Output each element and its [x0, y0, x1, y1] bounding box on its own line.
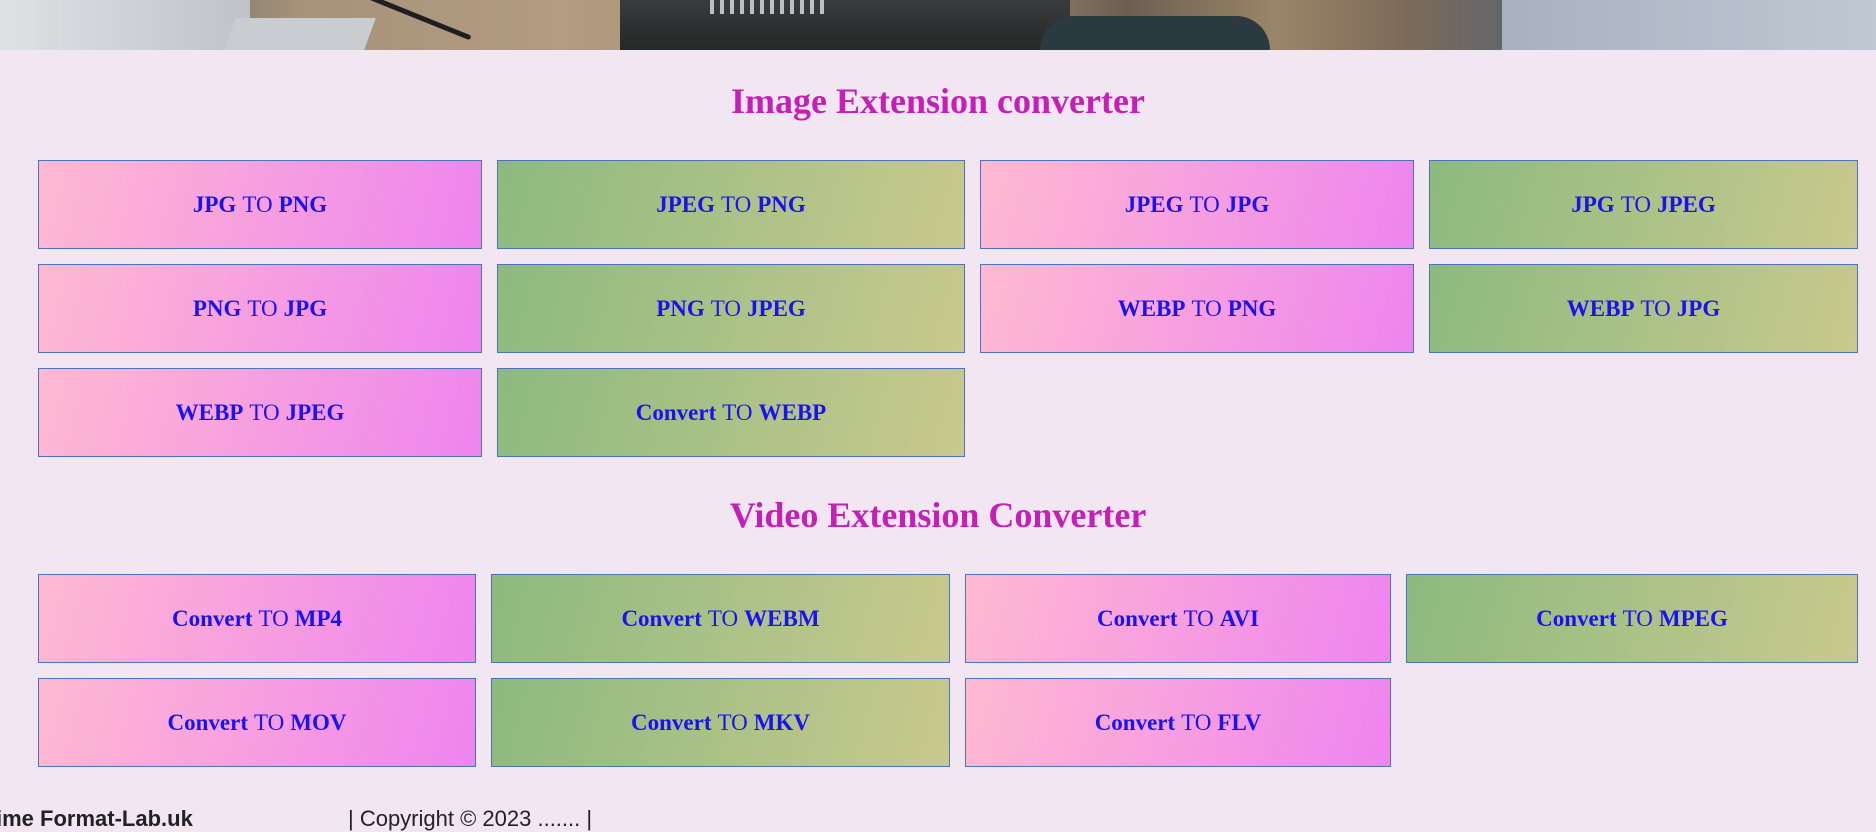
jpg-to-png-button[interactable]: JPG TO PNG [38, 160, 482, 249]
to-word: TO [722, 399, 753, 425]
to-format: JPG [1225, 191, 1270, 217]
convert-to-mov-button[interactable]: Convert TO MOV [38, 678, 476, 767]
from-format: Convert [631, 709, 712, 735]
to-word: TO [1189, 191, 1220, 217]
to-format: MPEG [1658, 605, 1728, 631]
to-word: TO [707, 605, 739, 631]
webp-to-jpg-button[interactable]: WEBP TO JPG [1429, 264, 1858, 353]
binder-rings-graphic [710, 0, 830, 14]
to-format: PNG [278, 191, 328, 217]
from-format: Convert [172, 605, 253, 631]
to-format: AVI [1219, 605, 1259, 631]
from-format: WEBP [1117, 295, 1186, 321]
to-format: MOV [290, 709, 347, 735]
convert-to-mp4-button[interactable]: Convert TO MP4 [38, 574, 476, 663]
to-format: JPEG [747, 295, 806, 321]
footer: ime Format-Lab.uk | Copyright © 2023 ...… [0, 806, 1876, 831]
png-to-jpeg-button[interactable]: PNG TO JPEG [497, 264, 965, 353]
wall-graphic [1502, 0, 1876, 50]
from-format: PNG [192, 295, 242, 321]
to-format: WEBM [744, 605, 820, 631]
to-word: TO [242, 191, 273, 217]
webp-to-png-button[interactable]: WEBP TO PNG [980, 264, 1414, 353]
convert-to-mpeg-button[interactable]: Convert TO MPEG [1406, 574, 1858, 663]
notebook-graphic [0, 0, 250, 50]
from-format: Convert [1094, 709, 1176, 735]
book-graphic [620, 0, 1070, 50]
to-word: TO [710, 295, 742, 321]
to-format: PNG [1227, 295, 1277, 321]
convert-to-mkv-button[interactable]: Convert TO MKV [491, 678, 950, 767]
from-format: JPEG [656, 191, 715, 217]
pen-graphic [358, 0, 472, 41]
from-format: PNG [656, 295, 705, 321]
footer-brand: ime Format-Lab.uk [0, 806, 193, 831]
from-format: Convert [1536, 605, 1617, 631]
to-word: TO [1191, 295, 1222, 321]
to-word: TO [1183, 605, 1214, 631]
convert-to-webp-button[interactable]: Convert TO WEBP [497, 368, 965, 457]
to-format: PNG [757, 191, 806, 217]
mousepad-graphic [1040, 16, 1270, 50]
to-word: TO [720, 191, 752, 217]
convert-to-flv-button[interactable]: Convert TO FLV [965, 678, 1391, 767]
to-format: JPEG [1656, 191, 1716, 217]
video-section-title: Video Extension Converter [729, 495, 1147, 535]
to-word: TO [258, 605, 289, 631]
to-word: TO [1640, 295, 1671, 321]
jpeg-to-png-button[interactable]: JPEG TO PNG [497, 160, 965, 249]
from-format: Convert [1097, 605, 1178, 631]
convert-to-avi-button[interactable]: Convert TO AVI [965, 574, 1391, 663]
from-format: Convert [621, 605, 702, 631]
header-banner-image [0, 0, 1876, 50]
jpeg-to-jpg-button[interactable]: JPEG TO JPG [980, 160, 1414, 249]
from-format: WEBP [1566, 295, 1635, 321]
convert-to-webm-button[interactable]: Convert TO WEBM [491, 574, 950, 663]
png-to-jpg-button[interactable]: PNG TO JPG [38, 264, 482, 353]
from-format: JPG [192, 191, 237, 217]
from-format: WEBP [175, 399, 244, 425]
footer-copyright: | Copyright © 2023 ....... | [348, 806, 593, 831]
to-format: JPG [1676, 295, 1721, 321]
to-word: TO [249, 399, 280, 425]
to-word: TO [1622, 605, 1653, 631]
to-format: MKV [753, 709, 810, 735]
jpg-to-jpeg-button[interactable]: JPG TO JPEG [1429, 160, 1858, 249]
from-format: JPEG [1124, 191, 1184, 217]
paper-graphic [224, 18, 376, 50]
from-format: Convert [167, 709, 248, 735]
to-word: TO [1620, 191, 1651, 217]
image-section-title: Image Extension converter [731, 81, 1145, 121]
webp-to-jpeg-button[interactable]: WEBP TO JPEG [38, 368, 482, 457]
to-word: TO [1181, 709, 1212, 735]
to-format: WEBP [758, 399, 827, 425]
to-word: TO [717, 709, 748, 735]
to-format: JPEG [285, 399, 345, 425]
to-word: TO [247, 295, 278, 321]
to-format: MP4 [294, 605, 342, 631]
to-format: FLV [1217, 709, 1262, 735]
to-word: TO [254, 709, 285, 735]
to-format: JPG [283, 295, 328, 321]
from-format: JPG [1571, 191, 1615, 217]
from-format: Convert [635, 399, 717, 425]
